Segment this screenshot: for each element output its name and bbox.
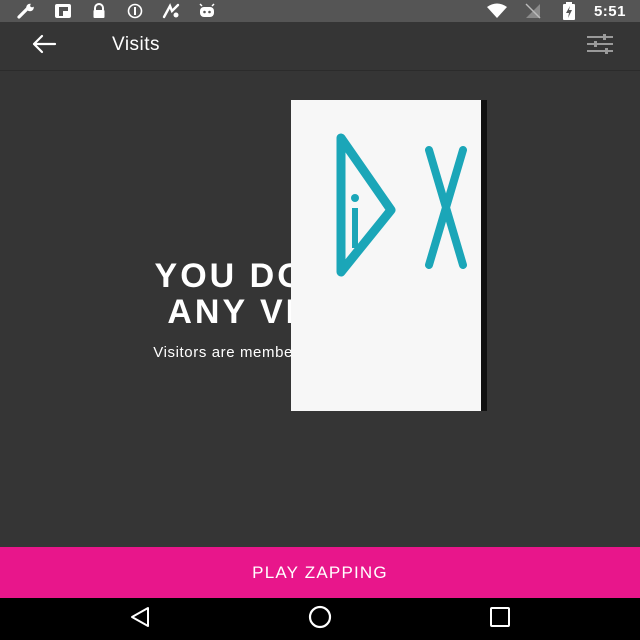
arrow-left-icon bbox=[31, 34, 57, 59]
flipboard-icon bbox=[52, 2, 74, 20]
system-nav-bar bbox=[0, 598, 640, 640]
circle-home-icon bbox=[306, 605, 334, 634]
wrench-icon bbox=[16, 2, 38, 20]
back-button[interactable] bbox=[24, 32, 64, 60]
lock-icon bbox=[88, 2, 110, 20]
square-recents-icon bbox=[488, 606, 512, 633]
nav-recents-button[interactable] bbox=[480, 604, 520, 634]
android-icon bbox=[196, 2, 218, 20]
overlay-card-edge bbox=[481, 100, 487, 411]
nav-back-button[interactable] bbox=[120, 604, 160, 634]
play-zapping-button[interactable]: PLAY ZAPPING bbox=[0, 547, 640, 598]
battery-charging-icon bbox=[558, 2, 580, 20]
wifi-icon bbox=[486, 2, 508, 20]
status-bar: 5:51 bbox=[0, 0, 640, 22]
visits-screen: 5:51 Visits YOU DON'T HAVE bbox=[0, 0, 640, 640]
dx-logo-icon bbox=[336, 133, 467, 277]
sync-icon bbox=[124, 2, 146, 20]
status-time: 5:51 bbox=[593, 2, 626, 20]
page-title: Visits bbox=[112, 34, 161, 55]
filter-button[interactable] bbox=[582, 32, 618, 60]
signal-icon bbox=[522, 2, 544, 20]
nav-home-button[interactable] bbox=[300, 604, 340, 634]
triangle-back-icon bbox=[128, 606, 152, 633]
app-icon bbox=[160, 2, 182, 20]
status-right-icons: 5:51 bbox=[486, 0, 626, 22]
app-bar: Visits bbox=[0, 22, 640, 71]
sliders-icon bbox=[586, 33, 614, 60]
status-left-icons bbox=[0, 2, 218, 20]
overlay-logo-card bbox=[291, 100, 483, 411]
